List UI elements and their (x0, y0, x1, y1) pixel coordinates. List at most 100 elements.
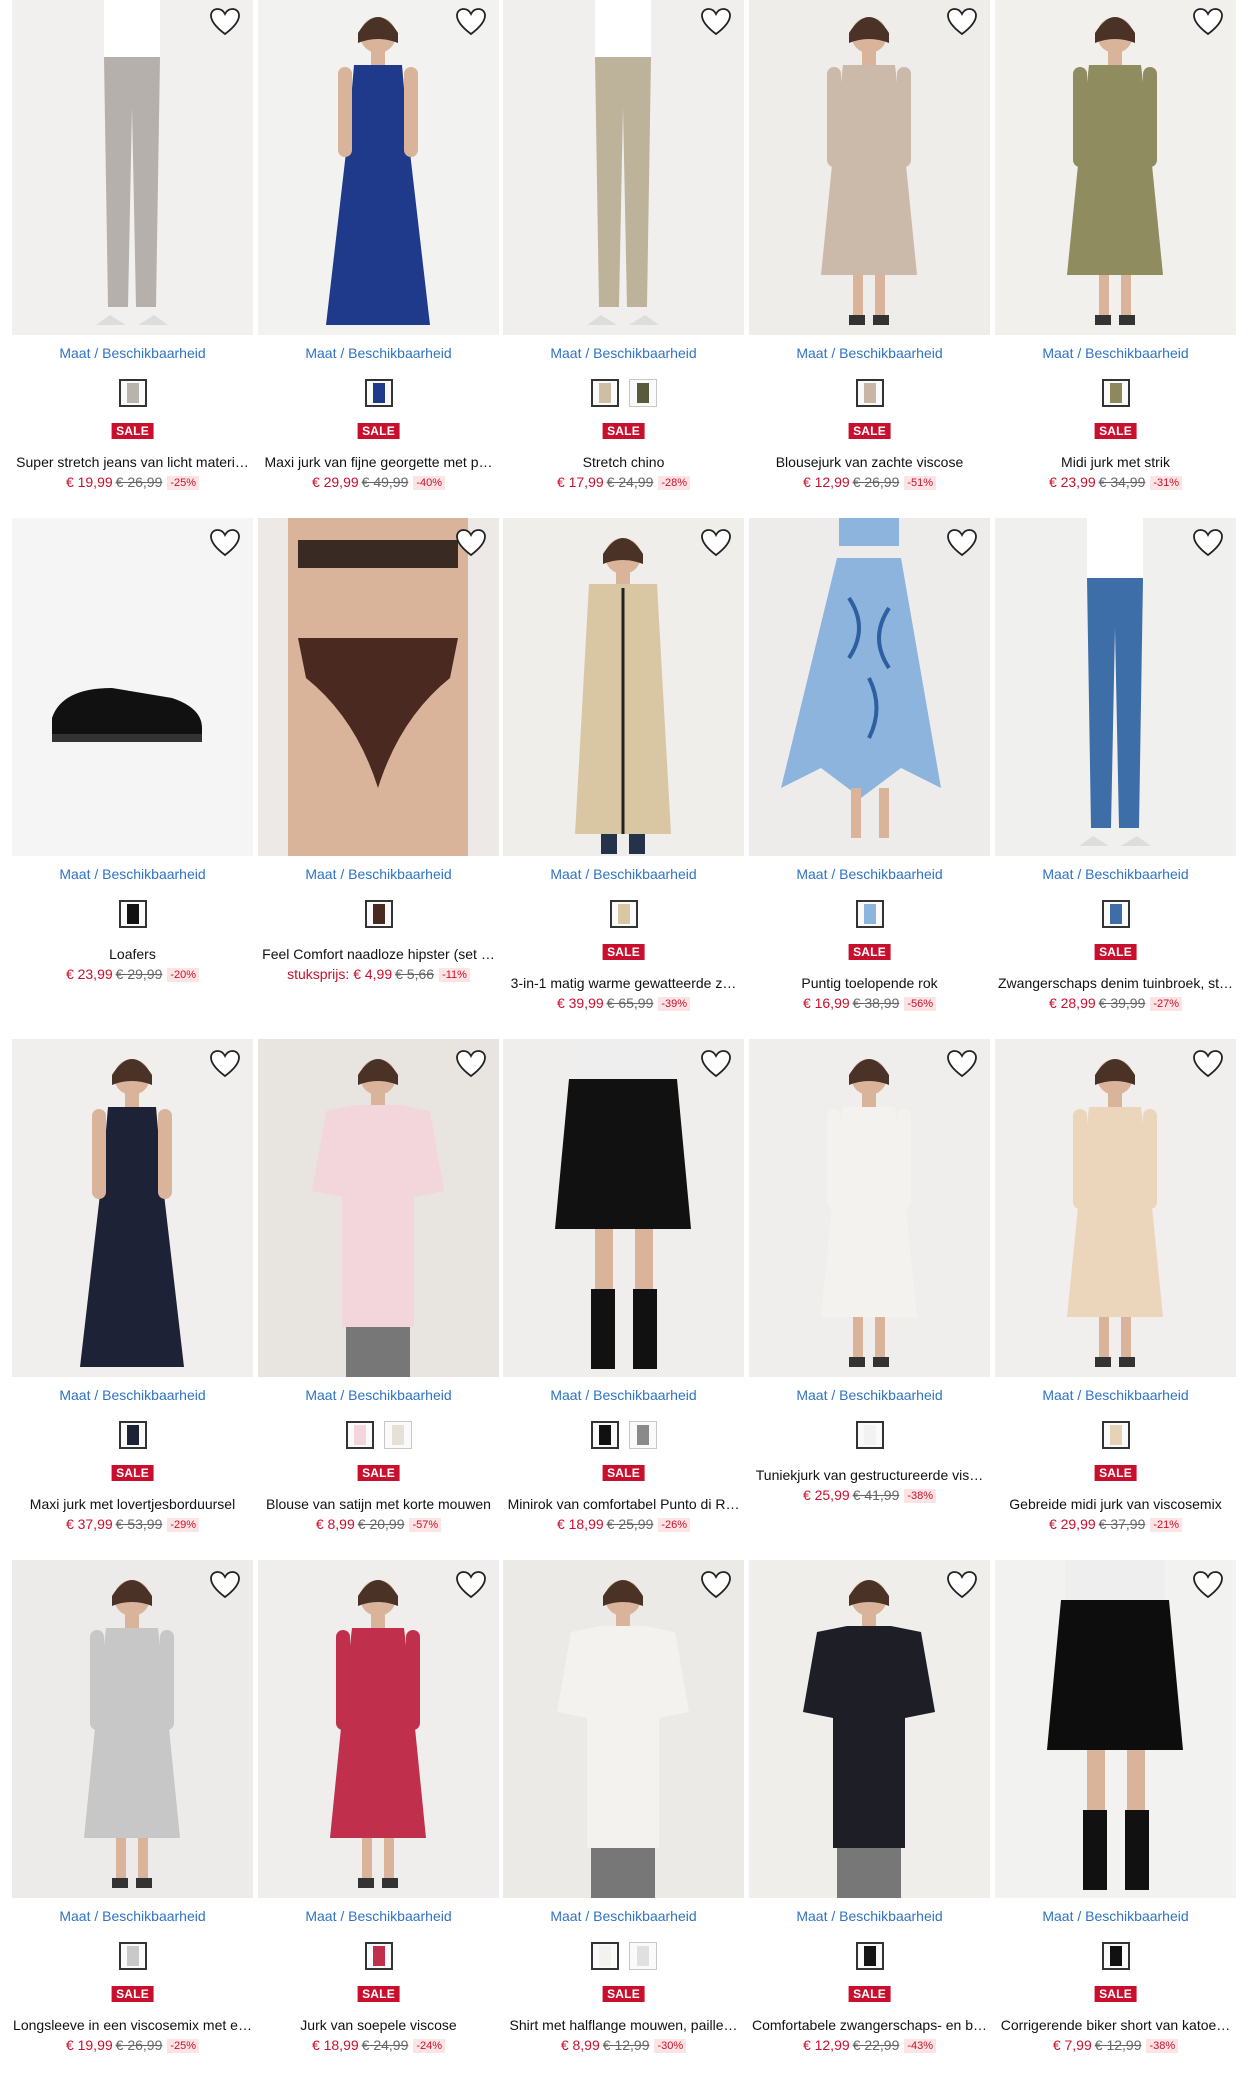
product-image[interactable] (749, 1560, 990, 1898)
wishlist-heart-icon[interactable] (1192, 7, 1224, 37)
product-name[interactable]: Super stretch jeans van licht materi… (12, 454, 253, 470)
size-availability-link[interactable]: Maat / Beschikbaarheid (749, 345, 990, 361)
product-name[interactable]: Jurk van soepele viscose (258, 2017, 499, 2033)
wishlist-heart-icon[interactable] (455, 1570, 487, 1600)
product-image[interactable] (258, 518, 499, 856)
product-card[interactable]: Maat / Beschikbaarheid SALE Blouse van sat… (258, 1039, 499, 1549)
product-name[interactable]: Minirok van comfortabel Punto di R… (503, 1496, 744, 1512)
wishlist-heart-icon[interactable] (209, 7, 241, 37)
product-image[interactable] (258, 1039, 499, 1377)
wishlist-heart-icon[interactable] (946, 528, 978, 558)
product-image[interactable] (995, 1039, 1236, 1377)
wishlist-heart-icon[interactable] (455, 528, 487, 558)
product-card[interactable]: Maat / Beschikbaarheid SALE Comfortabele z… (749, 1560, 990, 2070)
size-availability-link[interactable]: Maat / Beschikbaarheid (12, 866, 253, 882)
color-swatch[interactable] (118, 900, 147, 928)
color-swatch[interactable] (383, 1421, 412, 1449)
color-swatch[interactable] (1101, 379, 1130, 407)
product-name[interactable]: 3-in-1 matig warme gewatteerde z… (503, 975, 744, 991)
product-name[interactable]: Feel Comfort naadloze hipster (set … (258, 946, 499, 962)
product-image[interactable] (12, 0, 253, 335)
product-image[interactable] (258, 1560, 499, 1898)
wishlist-heart-icon[interactable] (209, 1049, 241, 1079)
product-name[interactable]: Maxi jurk van fijne georgette met p… (258, 454, 499, 470)
color-swatch[interactable] (628, 379, 657, 407)
product-image[interactable] (503, 518, 744, 856)
product-image[interactable] (12, 518, 253, 856)
product-image[interactable] (749, 0, 990, 335)
color-swatch[interactable] (590, 1942, 619, 1970)
product-card[interactable]: Maat / Beschikbaarheid SALE Shirt met half… (503, 1560, 744, 2070)
product-card[interactable]: Maat / Beschikbaarheid SALE Jurk van soepe… (258, 1560, 499, 2070)
product-image[interactable] (995, 0, 1236, 335)
size-availability-link[interactable]: Maat / Beschikbaarheid (749, 1387, 990, 1403)
color-swatch[interactable] (1101, 900, 1130, 928)
wishlist-heart-icon[interactable] (1192, 1049, 1224, 1079)
color-swatch[interactable] (628, 1421, 657, 1449)
size-availability-link[interactable]: Maat / Beschikbaarheid (995, 345, 1236, 361)
size-availability-link[interactable]: Maat / Beschikbaarheid (503, 866, 744, 882)
wishlist-heart-icon[interactable] (455, 1049, 487, 1079)
product-name[interactable]: Loafers (12, 946, 253, 962)
size-availability-link[interactable]: Maat / Beschikbaarheid (258, 345, 499, 361)
size-availability-link[interactable]: Maat / Beschikbaarheid (749, 866, 990, 882)
size-availability-link[interactable]: Maat / Beschikbaarheid (12, 1387, 253, 1403)
wishlist-heart-icon[interactable] (455, 7, 487, 37)
product-name[interactable]: Puntig toelopende rok (749, 975, 990, 991)
product-name[interactable]: Stretch chino (503, 454, 744, 470)
product-card[interactable]: Maat / Beschikbaarheid SALE Super stretch … (12, 0, 253, 507)
product-card[interactable]: Maat / Beschikbaarheid SALE 3-in-1 matig w… (503, 518, 744, 1028)
color-swatch[interactable] (1101, 1421, 1130, 1449)
product-name[interactable]: Gebreide midi jurk van viscosemix (995, 1496, 1236, 1512)
color-swatch[interactable] (118, 1942, 147, 1970)
wishlist-heart-icon[interactable] (946, 7, 978, 37)
color-swatch[interactable] (628, 1942, 657, 1970)
product-card[interactable]: Maat / Beschikbaarheid SALE Blousejurk van… (749, 0, 990, 507)
size-availability-link[interactable]: Maat / Beschikbaarheid (503, 1387, 744, 1403)
color-swatch[interactable] (118, 1421, 147, 1449)
product-card[interactable]: Maat / Beschikbaarheid SALE Zwangerschaps … (995, 518, 1236, 1028)
color-swatch[interactable] (855, 379, 884, 407)
size-availability-link[interactable]: Maat / Beschikbaarheid (995, 1908, 1236, 1924)
product-image[interactable] (995, 1560, 1236, 1898)
wishlist-heart-icon[interactable] (209, 528, 241, 558)
size-availability-link[interactable]: Maat / Beschikbaarheid (12, 345, 253, 361)
product-name[interactable]: Comfortabele zwangerschaps- en b… (749, 2017, 990, 2033)
product-name[interactable]: Longsleeve in een viscosemix met e… (12, 2017, 253, 2033)
size-availability-link[interactable]: Maat / Beschikbaarheid (258, 1387, 499, 1403)
product-name[interactable]: Corrigerende biker short van katoe… (995, 2017, 1236, 2033)
wishlist-heart-icon[interactable] (700, 7, 732, 37)
color-swatch[interactable] (364, 1942, 393, 1970)
product-card[interactable]: Maat / Beschikbaarheid SALE Maxi jurk van … (258, 0, 499, 507)
product-card[interactable]: Maat / Beschikbaarheid SALE Maxi jurk met … (12, 1039, 253, 1549)
product-card[interactable]: Maat / Beschikbaarheid SALE Stretch chino €… (503, 0, 744, 507)
color-swatch[interactable] (855, 900, 884, 928)
product-card[interactable]: Maat / Beschikbaarheid Tuniekjurk van ges… (749, 1039, 990, 1549)
size-availability-link[interactable]: Maat / Beschikbaarheid (995, 866, 1236, 882)
product-name[interactable]: Maxi jurk met lovertjesborduursel (12, 1496, 253, 1512)
product-card[interactable]: Maat / Beschikbaarheid SALE Minirok van co… (503, 1039, 744, 1549)
wishlist-heart-icon[interactable] (700, 528, 732, 558)
product-image[interactable] (503, 1560, 744, 1898)
product-card[interactable]: Maat / Beschikbaarheid SALE Corrigerende b… (995, 1560, 1236, 2070)
color-swatch[interactable] (609, 900, 638, 928)
color-swatch[interactable] (855, 1421, 884, 1449)
wishlist-heart-icon[interactable] (700, 1570, 732, 1600)
product-image[interactable] (749, 518, 990, 856)
wishlist-heart-icon[interactable] (1192, 1570, 1224, 1600)
wishlist-heart-icon[interactable] (1192, 528, 1224, 558)
color-swatch[interactable] (1101, 1942, 1130, 1970)
product-card[interactable]: Maat / Beschikbaarheid SALE Longsleeve in … (12, 1560, 253, 2070)
wishlist-heart-icon[interactable] (209, 1570, 241, 1600)
product-image[interactable] (258, 0, 499, 335)
product-name[interactable]: Shirt met halflange mouwen, paille… (503, 2017, 744, 2033)
size-availability-link[interactable]: Maat / Beschikbaarheid (12, 1908, 253, 1924)
product-image[interactable] (503, 1039, 744, 1377)
color-swatch[interactable] (855, 1942, 884, 1970)
product-image[interactable] (749, 1039, 990, 1377)
wishlist-heart-icon[interactable] (946, 1570, 978, 1600)
size-availability-link[interactable]: Maat / Beschikbaarheid (995, 1387, 1236, 1403)
size-availability-link[interactable]: Maat / Beschikbaarheid (258, 866, 499, 882)
product-card[interactable]: Maat / Beschikbaarheid SALE Midi jurk met … (995, 0, 1236, 507)
wishlist-heart-icon[interactable] (946, 1049, 978, 1079)
